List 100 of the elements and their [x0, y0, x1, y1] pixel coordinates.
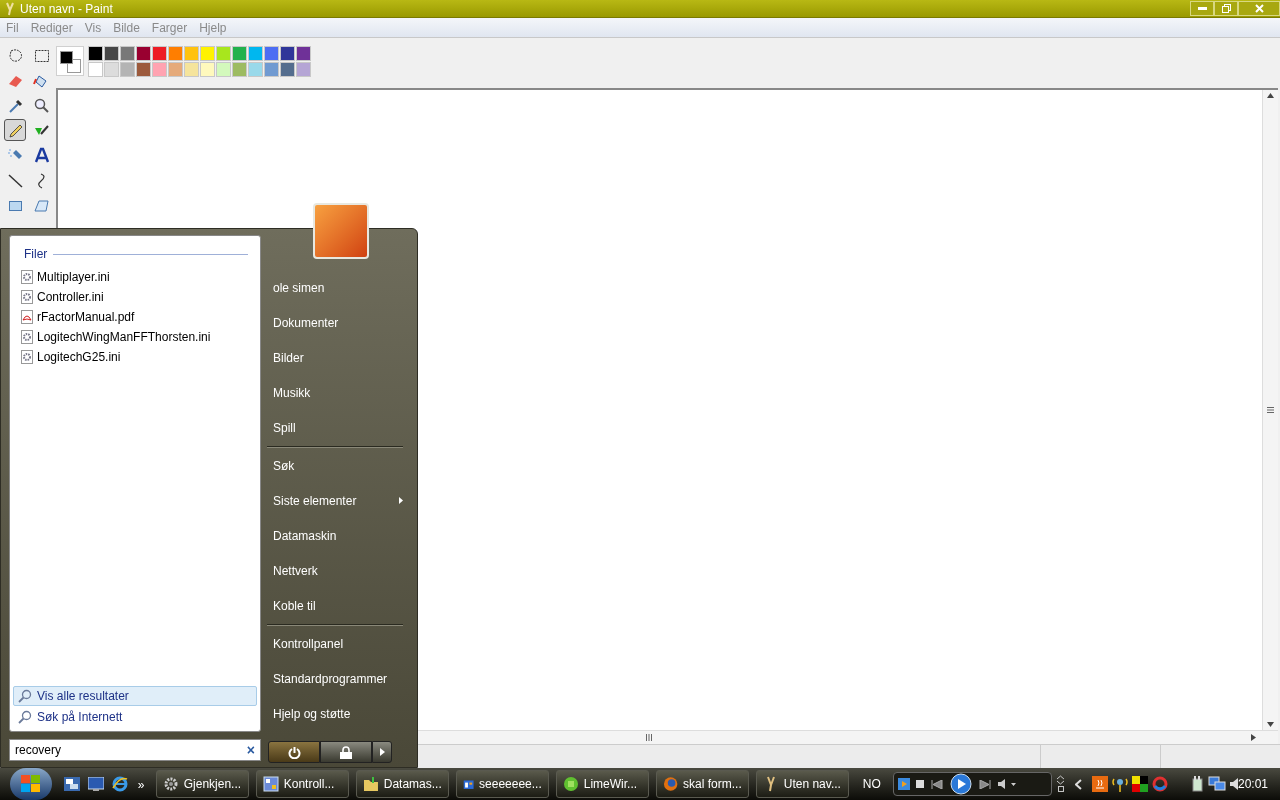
vertical-scrollbar[interactable]: [1262, 90, 1278, 730]
start-menu-item[interactable]: Standardprogrammer: [267, 661, 403, 696]
search-icon: [18, 689, 32, 703]
color-swatch[interactable]: [136, 62, 151, 77]
clear-button[interactable]: ×: [246, 739, 255, 761]
taskbar-button[interactable]: Kontroll...: [255, 770, 349, 798]
color-swatch[interactable]: [88, 46, 103, 61]
start-menu-item[interactable]: ole simen: [267, 270, 403, 305]
color-swatch[interactable]: [232, 46, 247, 61]
color-swatch[interactable]: [120, 62, 135, 77]
color-swatch[interactable]: [200, 62, 215, 77]
file-result[interactable]: rFactorManual.pdf: [20, 307, 260, 327]
start-button[interactable]: [10, 768, 52, 800]
color-swatch[interactable]: [120, 46, 135, 61]
taskbar-button[interactable]: skal form...: [655, 770, 749, 798]
taskbar-button[interactable]: seeeeeee...: [455, 770, 549, 798]
settings-file-icon: [20, 350, 34, 364]
tool-button[interactable]: [4, 119, 26, 141]
language-indicator[interactable]: NO: [862, 775, 881, 793]
down-arrow-icon: [1267, 722, 1274, 727]
color-swatch[interactable]: [264, 46, 279, 61]
free-select-icon: [6, 46, 24, 64]
start-menu-item[interactable]: Musikk: [267, 375, 403, 410]
color-swatch[interactable]: [136, 46, 151, 61]
color-swatch[interactable]: [168, 46, 183, 61]
color-swatch[interactable]: [264, 62, 279, 77]
desktop-icon[interactable]: [87, 777, 104, 791]
color-blocks-icon[interactable]: [1131, 776, 1148, 792]
color-swatch[interactable]: [184, 62, 199, 77]
paint-brush-icon: [4, 1, 16, 16]
color-swatch[interactable]: [200, 46, 215, 61]
search-action[interactable]: Vis alle resultater: [13, 686, 257, 706]
search-field[interactable]: recovery ×: [9, 739, 261, 761]
color-swatch[interactable]: [280, 62, 295, 77]
start-menu-item[interactable]: Bilder: [267, 340, 403, 375]
color-swatch[interactable]: [216, 46, 231, 61]
color-swatch[interactable]: [296, 46, 311, 61]
user-picture: [313, 203, 369, 259]
line-icon: [6, 171, 24, 189]
start-menu-item[interactable]: Kontrollpanel: [267, 626, 403, 661]
start-menu-item[interactable]: Hjelp og støtte: [267, 696, 403, 731]
start-menu-item[interactable]: Spill: [267, 410, 403, 445]
file-result[interactable]: Controller.ini: [20, 287, 260, 307]
more-button[interactable]: »: [137, 776, 152, 794]
power-plug-icon[interactable]: [1189, 776, 1204, 792]
start-menu-item[interactable]: Koble til: [267, 588, 403, 623]
file-result[interactable]: LogitechWingManFFThorsten.ini: [20, 327, 260, 347]
color-swatch[interactable]: [88, 62, 103, 77]
color-swatch[interactable]: [216, 62, 231, 77]
taskbar-button[interactable]: LimeWir...: [555, 770, 649, 798]
clock[interactable]: 20:01: [1237, 775, 1268, 793]
file-result[interactable]: LogitechG25.ini: [20, 347, 260, 367]
color-swatch[interactable]: [152, 62, 167, 77]
color-swatch[interactable]: [184, 46, 199, 61]
start-menu-item[interactable]: Datamaskin: [267, 518, 403, 553]
tray-app-icon[interactable]: [1091, 776, 1108, 792]
taskbar-button[interactable]: Datamas...: [355, 770, 449, 798]
play-icon[interactable]: [949, 773, 972, 795]
speaker-icon[interactable]: [1229, 778, 1238, 790]
pdf-file-icon: [20, 310, 34, 324]
browser-e-icon[interactable]: [111, 776, 128, 792]
color-swatch[interactable]: [168, 62, 183, 77]
taskbar-button[interactable]: Uten nav...: [755, 770, 849, 798]
color-swatch[interactable]: [248, 46, 263, 61]
options-arrow-button[interactable]: [372, 741, 392, 763]
start-menu-item[interactable]: Nettverk: [267, 553, 403, 588]
next-icon[interactable]: [977, 779, 992, 789]
color-swatch[interactable]: [232, 62, 247, 77]
right-arrow-icon: [379, 748, 385, 756]
foreground-color-swatch[interactable]: [60, 51, 73, 64]
close-icon: [1254, 3, 1264, 13]
window-switch-icon[interactable]: [63, 777, 80, 791]
start-menu-item[interactable]: Siste elementer: [267, 483, 403, 518]
color-swatch[interactable]: [280, 46, 295, 61]
stop-icon[interactable]: [915, 780, 924, 788]
volume-icon[interactable]: [997, 779, 1016, 789]
settings-file-icon: [20, 270, 34, 284]
control-panel-icon: [262, 776, 279, 792]
search-action[interactable]: Søk på Internett: [13, 707, 257, 727]
power-button[interactable]: [268, 741, 320, 763]
color-swatch[interactable]: [296, 62, 311, 77]
taskbar-button[interactable]: Gjenkjen...: [155, 770, 249, 798]
color-swatch[interactable]: [104, 62, 119, 77]
swirl-icon[interactable]: [1151, 776, 1168, 792]
up-arrow-icon: [1267, 93, 1274, 98]
color-swatch[interactable]: [152, 46, 167, 61]
settings-file-icon: [20, 290, 34, 304]
color-swatch[interactable]: [104, 46, 119, 61]
lock-button[interactable]: [320, 741, 372, 763]
text-tool-icon: [32, 146, 50, 164]
color-swatch[interactable]: [248, 62, 263, 77]
antenna-icon[interactable]: [1111, 776, 1128, 792]
start-menu-item[interactable]: Søk: [267, 448, 403, 483]
file-result[interactable]: Multiplayer.ini: [20, 267, 260, 287]
previous-icon[interactable]: [929, 779, 944, 789]
network-icon[interactable]: [1207, 776, 1226, 792]
start-menu-item[interactable]: Dokumenter: [267, 305, 403, 340]
section-heading: Filer: [24, 246, 48, 263]
player-icon[interactable]: [897, 778, 910, 790]
search-icon: [18, 710, 32, 724]
